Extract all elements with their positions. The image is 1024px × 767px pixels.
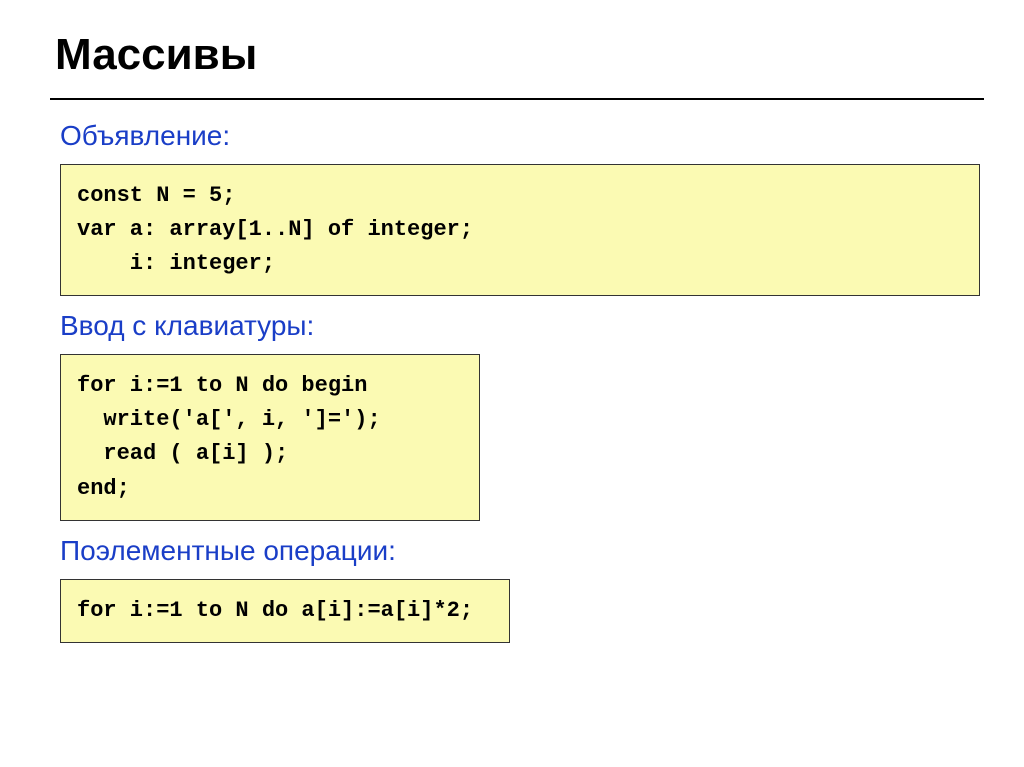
slide-content: Объявление: const N = 5; var a: array[1.… <box>50 120 984 643</box>
title-divider <box>50 98 984 100</box>
code-line: write('a[', i, ']='); <box>77 403 463 437</box>
code-line: i: integer; <box>77 247 963 281</box>
code-box-input: for i:=1 to N do begin write('a[', i, ']… <box>60 354 480 520</box>
section-heading-declaration: Объявление: <box>60 120 984 152</box>
section-heading-input: Ввод с клавиатуры: <box>60 310 984 342</box>
code-box-declaration: const N = 5; var a: array[1..N] of integ… <box>60 164 980 296</box>
code-line: const N = 5; <box>77 179 963 213</box>
code-line: read ( a[i] ); <box>77 437 463 471</box>
slide-title: Массивы <box>55 30 984 80</box>
section-heading-operations: Поэлементные операции: <box>60 535 984 567</box>
code-line: var a: array[1..N] of integer; <box>77 213 963 247</box>
code-line: end; <box>77 472 463 506</box>
code-line: for i:=1 to N do a[i]:=a[i]*2; <box>77 594 493 628</box>
code-box-operations: for i:=1 to N do a[i]:=a[i]*2; <box>60 579 510 643</box>
code-line: for i:=1 to N do begin <box>77 369 463 403</box>
